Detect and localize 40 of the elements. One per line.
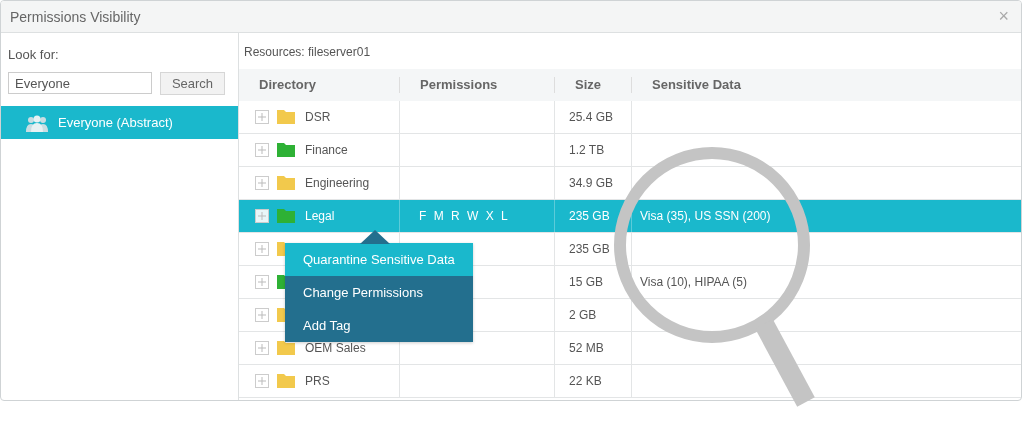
directory-name: PRS: [305, 374, 330, 388]
directory-name: OEM Sales: [305, 341, 366, 355]
expand-icon[interactable]: [255, 110, 269, 124]
directory-name: Legal: [305, 209, 335, 223]
column-header: Size: [554, 77, 631, 93]
directory-name: Finance: [305, 143, 348, 157]
user-group-icon: [26, 113, 48, 132]
column-header: Directory: [258, 77, 318, 93]
size-text: 34.9 GB: [569, 176, 614, 190]
menu-pointer: [360, 230, 390, 244]
sensitive-data-text: Visa (35), US SSN (200): [640, 209, 771, 223]
expand-icon[interactable]: [255, 374, 269, 388]
directory-name: DSR: [305, 110, 331, 124]
expand-icon[interactable]: [255, 143, 269, 157]
resources-label: Resources: fileserver01: [244, 45, 372, 61]
size-text: 15 GB: [569, 275, 604, 289]
size-text: 52 MB: [569, 341, 604, 355]
expand-icon[interactable]: [255, 176, 269, 190]
size-text: 2 GB: [569, 308, 597, 322]
expand-icon[interactable]: [255, 341, 269, 355]
expand-icon[interactable]: [255, 275, 269, 289]
menu-item[interactable]: Add Tag: [285, 309, 473, 342]
sensitive-data-text: Visa (10), HIPAA (5): [640, 275, 747, 289]
expand-icon[interactable]: [255, 242, 269, 256]
size-text: 235 GB: [569, 242, 610, 256]
window-title: Permissions Visibility: [10, 8, 141, 25]
menu-item[interactable]: Change Permissions: [285, 276, 473, 309]
search-field[interactable]: Everyone: [8, 72, 152, 94]
size-text: 235 GB: [569, 209, 610, 223]
size-text: 1.2 TB: [569, 143, 605, 157]
permissions-text: F M R W X L: [418, 209, 508, 223]
expand-icon[interactable]: [255, 209, 269, 223]
size-text: 25.4 GB: [569, 110, 614, 124]
expand-icon[interactable]: [255, 308, 269, 322]
column-header: Permissions: [399, 77, 554, 93]
look-for-label: Look for:: [8, 47, 60, 62]
search-button[interactable]: Search: [160, 72, 225, 95]
size-text: 22 KB: [569, 374, 602, 388]
column-header: Sensitive Data: [631, 77, 1021, 93]
directory-name: Engineering: [305, 176, 370, 190]
